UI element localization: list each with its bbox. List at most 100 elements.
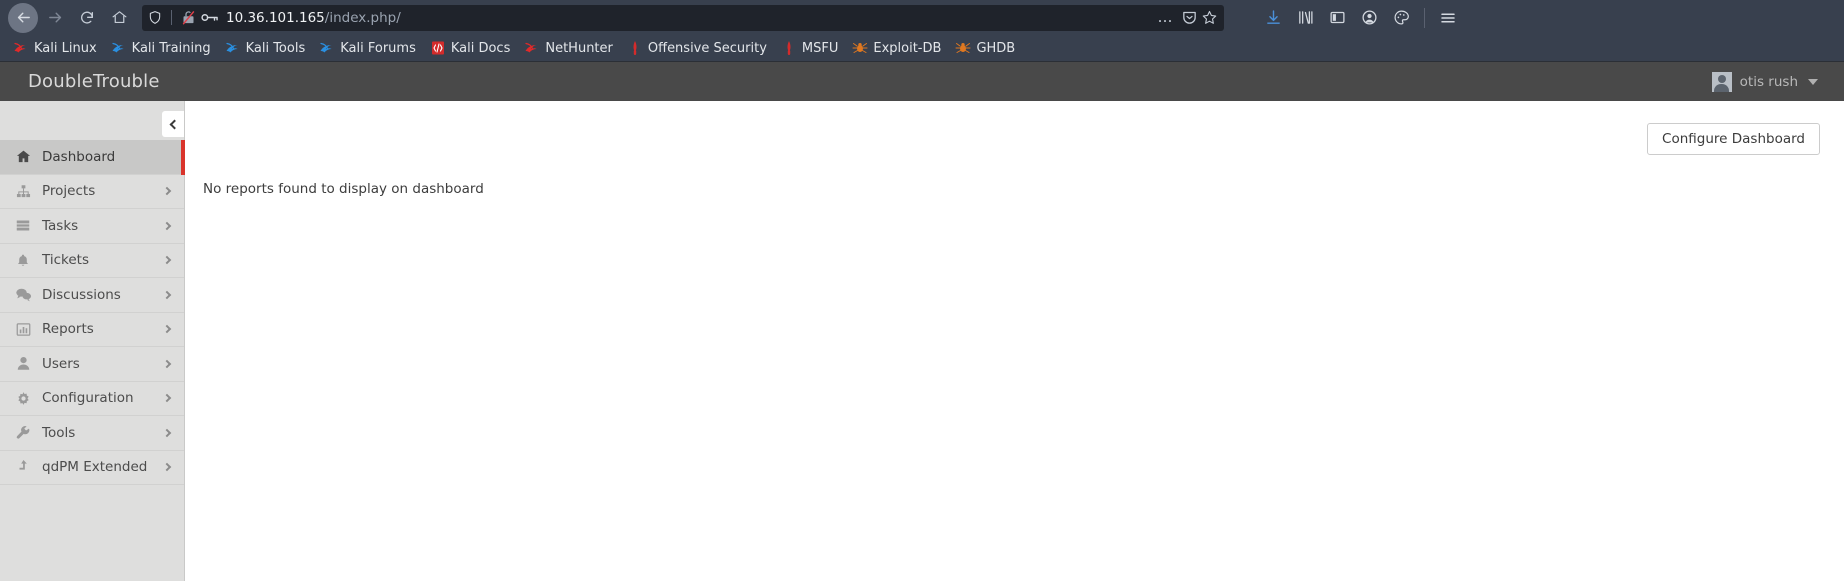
forward-arrow-icon xyxy=(48,12,61,23)
bookmark-offensive-security[interactable]: Offensive Security xyxy=(620,38,774,58)
user-menu[interactable]: otis rush xyxy=(1711,71,1832,92)
sidebar-item-label: Configuration xyxy=(42,390,134,407)
toolbar-separator xyxy=(1424,7,1425,28)
pocket-icon[interactable] xyxy=(1181,9,1198,26)
chevron-right-icon xyxy=(162,221,172,230)
sitemap-icon xyxy=(13,184,33,199)
configure-dashboard-button[interactable]: Configure Dashboard xyxy=(1647,123,1820,156)
reload-icon xyxy=(81,11,93,24)
app-menu-button[interactable] xyxy=(1433,3,1463,33)
bookmark-ghdb[interactable]: GHDB xyxy=(948,38,1022,58)
sidebar-item-qdpm-extended[interactable]: qdPM Extended xyxy=(0,450,184,485)
kali-dragon-icon xyxy=(225,42,238,53)
tasks-icon xyxy=(13,218,33,233)
app-title: DoubleTrouble xyxy=(28,71,160,92)
bookmark-kali-linux[interactable]: Kali Linux xyxy=(6,38,104,58)
sidebar-item-reports[interactable]: Reports xyxy=(0,312,184,347)
bookmark-kali-forums[interactable]: Kali Forums xyxy=(312,38,423,58)
sidebar-item-tickets[interactable]: Tickets xyxy=(0,243,184,278)
kali-dragon-icon xyxy=(525,42,537,53)
chevron-right-icon xyxy=(162,290,172,299)
home-button[interactable] xyxy=(104,3,134,33)
back-arrow-icon xyxy=(17,12,30,23)
chevron-right-icon xyxy=(162,359,172,368)
downloads-button[interactable] xyxy=(1258,3,1288,33)
url-divider xyxy=(171,10,172,25)
sidebar-item-tasks[interactable]: Tasks xyxy=(0,209,184,244)
sidebar-nav-list: Dashboard Projects Tasks Tickets Discuss… xyxy=(0,140,185,485)
chevron-down-icon xyxy=(1808,78,1818,85)
dashboard-toolbar: Configure Dashboard xyxy=(185,101,1844,156)
sidebar: Dashboard Projects Tasks Tickets Discuss… xyxy=(0,101,185,581)
back-button[interactable] xyxy=(8,2,38,33)
palette-icon xyxy=(1394,10,1409,25)
dashboard-empty-message: No reports found to display on dashboard xyxy=(203,181,484,198)
bookmark-label: MSFU xyxy=(801,40,839,56)
kali-docs-book-icon xyxy=(431,41,444,55)
sidebar-toggle-button[interactable] xyxy=(1322,3,1352,33)
palette-button[interactable] xyxy=(1386,3,1416,33)
sidebar-item-label: qdPM Extended xyxy=(42,459,148,476)
library-button[interactable] xyxy=(1290,3,1320,33)
sidebar-item-label: Dashboard xyxy=(42,148,116,165)
chevron-right-icon xyxy=(162,428,172,437)
bookmark-label: Kali Training xyxy=(131,40,211,56)
sidebar-item-projects[interactable]: Projects xyxy=(0,174,184,209)
account-button[interactable] xyxy=(1354,3,1384,33)
bookmark-label: Kali Forums xyxy=(340,40,416,56)
app-body: Dashboard Projects Tasks Tickets Discuss… xyxy=(0,101,1844,581)
bookmark-label: Kali Tools xyxy=(245,40,306,56)
chevron-right-icon xyxy=(162,394,172,403)
sidebar-item-label: Users xyxy=(42,355,80,372)
sidebar-item-label: Projects xyxy=(42,183,96,200)
bookmark-label: GHDB xyxy=(976,40,1016,56)
offsec-icon xyxy=(633,41,637,55)
kali-dragon-icon xyxy=(14,42,26,53)
sidebar-item-label: Tools xyxy=(42,424,76,441)
bookmarks-bar: Kali Linux Kali Training Kali Tools Kali… xyxy=(0,35,1844,61)
sidebar-item-users[interactable]: Users xyxy=(0,347,184,382)
bookmark-label: Kali Docs xyxy=(450,40,511,56)
sidebar-item-tools[interactable]: Tools xyxy=(0,416,184,451)
avatar xyxy=(1711,71,1732,92)
sidebar-icon xyxy=(1329,11,1345,24)
chevron-right-icon xyxy=(162,463,172,472)
reload-button[interactable] xyxy=(72,3,102,33)
bar-chart-icon xyxy=(13,322,33,337)
url-bar[interactable]: 10.36.101.165/index.php/ … xyxy=(142,4,1224,31)
bookmark-exploit-db[interactable]: Exploit-DB xyxy=(845,38,948,58)
key-icon[interactable] xyxy=(201,11,219,24)
chevron-right-icon xyxy=(162,256,172,265)
forward-button[interactable] xyxy=(40,3,70,33)
broken-lock-icon[interactable] xyxy=(181,10,196,25)
page-actions-button[interactable]: … xyxy=(1154,10,1179,25)
chevron-right-icon xyxy=(162,187,172,196)
star-icon[interactable] xyxy=(1201,9,1218,26)
chevron-left-icon xyxy=(169,119,179,129)
sidebar-item-discussions[interactable]: Discussions xyxy=(0,278,184,313)
bookmark-msfu[interactable]: MSFU xyxy=(774,38,845,58)
sidebar-item-configuration[interactable]: Configuration xyxy=(0,381,184,416)
user-icon xyxy=(13,356,33,371)
bookmark-kali-training[interactable]: Kali Training xyxy=(104,38,218,58)
url-text[interactable]: 10.36.101.165/index.php/ xyxy=(226,10,1150,26)
bookmark-label: Kali Linux xyxy=(34,40,97,56)
main-content: Configure Dashboard No reports found to … xyxy=(185,101,1844,581)
gear-icon xyxy=(13,391,33,406)
sidebar-top xyxy=(0,101,184,140)
sidebar-item-label: Reports xyxy=(42,321,94,338)
hamburger-menu-icon xyxy=(1441,13,1455,22)
bookmark-label: Offensive Security xyxy=(647,40,767,56)
bookmark-kali-docs[interactable]: Kali Docs xyxy=(423,38,518,58)
sidebar-item-label: Discussions xyxy=(42,286,121,303)
url-bar-actions: … xyxy=(1154,9,1219,26)
shield-icon[interactable] xyxy=(148,10,162,25)
sidebar-collapse-button[interactable] xyxy=(162,111,184,137)
bookmark-label: Exploit-DB xyxy=(873,40,942,56)
bookmark-kali-tools[interactable]: Kali Tools xyxy=(218,38,313,58)
sidebar-item-dashboard[interactable]: Dashboard xyxy=(0,140,185,175)
kali-dragon-icon xyxy=(320,42,332,53)
app-header: DoubleTrouble otis rush xyxy=(0,61,1844,101)
bookmark-nethunter[interactable]: NetHunter xyxy=(517,38,620,58)
download-icon xyxy=(1266,10,1280,24)
